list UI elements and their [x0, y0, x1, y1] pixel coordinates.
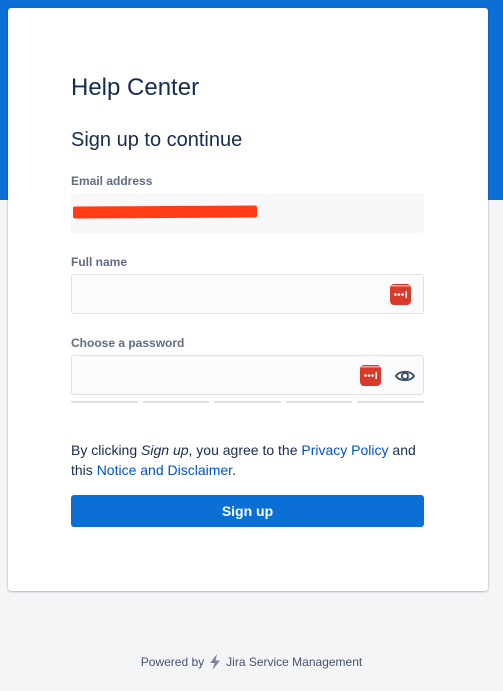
- strength-segment: [142, 401, 210, 403]
- legal-notice: By clicking Sign up, you agree to the Pr…: [71, 440, 431, 480]
- eye-icon[interactable]: [394, 365, 416, 387]
- password-strength-meter: [71, 401, 424, 404]
- legal-text: .: [232, 462, 236, 478]
- page-title: Help Center: [71, 74, 200, 101]
- product-name[interactable]: Jira Service Management: [226, 655, 362, 669]
- strength-segment: [285, 401, 353, 403]
- notice-disclaimer-link[interactable]: Notice and Disclaimer: [97, 462, 232, 478]
- strength-segment: [357, 401, 424, 403]
- bolt-icon: [208, 654, 222, 670]
- legal-text: this: [71, 462, 97, 478]
- powered-by-text: Powered by: [140, 655, 205, 669]
- footer: Powered by Jira Service Management: [0, 654, 503, 670]
- legal-text: , you agree to the: [188, 442, 302, 458]
- page-subtitle: Sign up to continue: [71, 129, 243, 151]
- signup-button[interactable]: Sign up: [71, 495, 424, 527]
- strength-segment: [71, 401, 138, 403]
- full-name-field[interactable]: [71, 274, 424, 314]
- full-name-label: Full name: [71, 255, 128, 269]
- privacy-policy-link[interactable]: Privacy Policy: [301, 442, 388, 458]
- password-label: Choose a password: [71, 336, 185, 350]
- password-manager-icon[interactable]: [360, 365, 381, 386]
- strength-segment: [214, 401, 281, 403]
- legal-text: and: [388, 442, 416, 458]
- redacted-email: [72, 205, 258, 219]
- legal-action-text: Sign up: [141, 442, 189, 458]
- signup-card: Help Center Sign up to continue Email ad…: [8, 8, 488, 591]
- legal-text: By clicking: [71, 442, 142, 458]
- email-field: [71, 193, 424, 233]
- password-manager-icon[interactable]: [390, 284, 411, 305]
- password-field[interactable]: [71, 355, 424, 395]
- email-label: Email address: [71, 174, 153, 188]
